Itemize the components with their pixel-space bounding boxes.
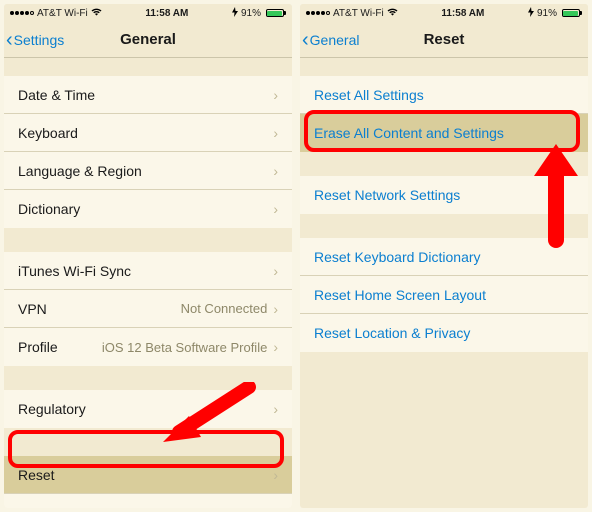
section-general-2: iTunes Wi-Fi Sync › VPN Not Connected › …: [4, 252, 292, 366]
row-reset-keyboard-dict[interactable]: Reset Keyboard Dictionary: [300, 238, 588, 276]
row-detail: iOS 12 Beta Software Profile: [102, 340, 267, 355]
back-label: Settings: [14, 32, 65, 48]
chevron-left-icon: ‹: [6, 30, 13, 50]
row-detail: Not Connected: [181, 301, 268, 316]
row-label: Reset Location & Privacy: [314, 325, 574, 341]
back-label: General: [310, 32, 360, 48]
status-bar: AT&T Wi-Fi 11:58 AM 91%: [300, 4, 588, 22]
row-itunes-wifi-sync[interactable]: iTunes Wi-Fi Sync ›: [4, 252, 292, 290]
back-button[interactable]: ‹ General: [300, 30, 359, 50]
row-dictionary[interactable]: Dictionary ›: [4, 190, 292, 228]
row-reset-location-privacy[interactable]: Reset Location & Privacy: [300, 314, 588, 352]
phone-general: AT&T Wi-Fi 11:58 AM 91% ‹ Settings Gener…: [4, 4, 292, 508]
row-reset-all-settings[interactable]: Reset All Settings: [300, 76, 588, 114]
row-label: Regulatory: [18, 401, 273, 417]
row-label: Keyboard: [18, 125, 273, 141]
row-shut-down[interactable]: Shut Down: [4, 494, 292, 508]
back-button[interactable]: ‹ Settings: [4, 30, 64, 50]
row-label: Erase All Content and Settings: [314, 125, 574, 141]
row-regulatory[interactable]: Regulatory ›: [4, 390, 292, 428]
row-label: iTunes Wi-Fi Sync: [18, 263, 273, 279]
row-label: Dictionary: [18, 201, 273, 217]
section-reset-3: Reset Keyboard Dictionary Reset Home Scr…: [300, 238, 588, 352]
chevron-right-icon: ›: [273, 263, 278, 279]
row-label: Profile: [18, 339, 102, 355]
section-general-4: Reset › Shut Down: [4, 456, 292, 508]
battery-pct: 91%: [241, 8, 261, 19]
row-label: Reset: [18, 467, 273, 483]
section-reset-1: Reset All Settings Erase All Content and…: [300, 76, 588, 152]
row-label: Reset Home Screen Layout: [314, 287, 574, 303]
row-vpn[interactable]: VPN Not Connected ›: [4, 290, 292, 328]
signal-icon: [10, 11, 34, 15]
row-label: Language & Region: [18, 163, 273, 179]
clock: 11:58 AM: [145, 8, 188, 19]
row-date-time[interactable]: Date & Time ›: [4, 76, 292, 114]
row-label: VPN: [18, 301, 181, 317]
row-label: Date & Time: [18, 87, 273, 103]
chevron-right-icon: ›: [273, 87, 278, 103]
row-keyboard[interactable]: Keyboard ›: [4, 114, 292, 152]
row-language-region[interactable]: Language & Region ›: [4, 152, 292, 190]
clock: 11:58 AM: [441, 8, 484, 19]
row-reset[interactable]: Reset ›: [4, 456, 292, 494]
status-bar: AT&T Wi-Fi 11:58 AM 91%: [4, 4, 292, 22]
chevron-right-icon: ›: [273, 125, 278, 141]
battery-icon: [560, 9, 582, 17]
phone-reset: AT&T Wi-Fi 11:58 AM 91% ‹ General Reset …: [300, 4, 588, 508]
section-general-3: Regulatory ›: [4, 390, 292, 428]
battery-icon: [264, 9, 286, 17]
section-general-1: Date & Time › Keyboard › Language & Regi…: [4, 76, 292, 228]
chevron-right-icon: ›: [273, 467, 278, 483]
chevron-right-icon: ›: [273, 301, 278, 317]
chevron-left-icon: ‹: [302, 30, 309, 50]
chevron-right-icon: ›: [273, 201, 278, 217]
wifi-icon: [387, 8, 398, 19]
nav-bar: ‹ General Reset: [300, 22, 588, 58]
row-label: Reset Network Settings: [314, 187, 574, 203]
row-reset-home-layout[interactable]: Reset Home Screen Layout: [300, 276, 588, 314]
section-reset-2: Reset Network Settings: [300, 176, 588, 214]
row-label: Reset Keyboard Dictionary: [314, 249, 574, 265]
signal-icon: [306, 11, 330, 15]
charging-icon: [528, 7, 534, 20]
chevron-right-icon: ›: [273, 339, 278, 355]
row-profile[interactable]: Profile iOS 12 Beta Software Profile ›: [4, 328, 292, 366]
chevron-right-icon: ›: [273, 401, 278, 417]
carrier-label: AT&T Wi-Fi: [333, 8, 384, 19]
row-erase-all-content[interactable]: Erase All Content and Settings: [300, 114, 588, 152]
nav-bar: ‹ Settings General: [4, 22, 292, 58]
chevron-right-icon: ›: [273, 163, 278, 179]
row-reset-network[interactable]: Reset Network Settings: [300, 176, 588, 214]
battery-pct: 91%: [537, 8, 557, 19]
wifi-icon: [91, 8, 102, 19]
carrier-label: AT&T Wi-Fi: [37, 8, 88, 19]
row-label: Shut Down: [18, 505, 278, 508]
charging-icon: [232, 7, 238, 20]
row-label: Reset All Settings: [314, 87, 574, 103]
